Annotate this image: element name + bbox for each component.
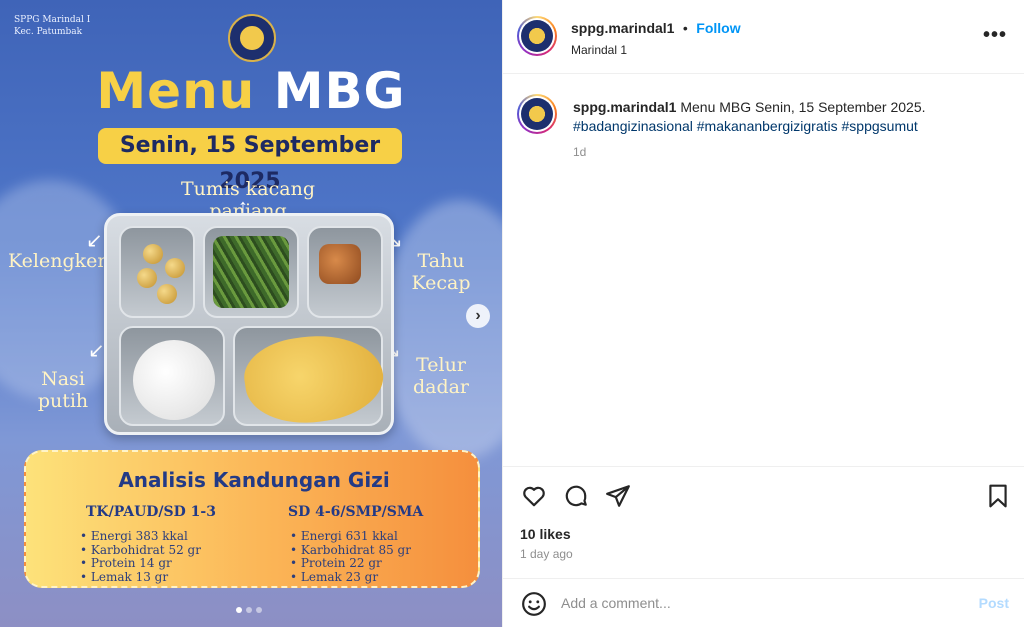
fruit <box>143 244 163 264</box>
avatar[interactable] <box>517 16 557 56</box>
post-header: sppg.marindal1 • Follow Marindal 1 ••• <box>503 0 1024 74</box>
caption-avatar[interactable] <box>517 94 557 134</box>
post-image[interactable]: SPPG Marindal I Kec. Patumbak Menu MBG S… <box>0 0 502 627</box>
action-bar: 10 likes 1 day ago <box>503 466 1024 578</box>
arrow-curve-left-icon: ↙ <box>88 340 105 362</box>
rice <box>133 340 215 420</box>
header-username[interactable]: sppg.marindal1 <box>571 20 674 36</box>
omelette <box>239 326 389 432</box>
comment-input[interactable] <box>561 593 961 613</box>
compartment-tumis <box>203 226 299 318</box>
comment-bar: Post <box>503 578 1024 627</box>
fruit <box>137 268 157 288</box>
caption-text: Menu MBG Senin, 15 September 2025. <box>680 99 926 115</box>
label-nasi-putih: Nasi putih <box>28 368 98 412</box>
tofu <box>319 244 361 284</box>
bookmark-icon[interactable] <box>985 483 1011 509</box>
compartment-tahu <box>307 226 383 318</box>
comment-icon[interactable] <box>563 483 589 509</box>
title-menu: Menu <box>96 62 256 120</box>
label-telur-dadar: Telur dadar <box>406 354 476 398</box>
label-tahu: Tahu <box>417 250 465 272</box>
label-putih: putih <box>37 390 89 412</box>
post-side-panel: sppg.marindal1 • Follow Marindal 1 ••• s… <box>502 0 1024 627</box>
org-line-2: Kec. Patumbak <box>14 27 83 37</box>
nutrition-col2-list: Energi 631 kkal Karbohidrat 85 gr Protei… <box>290 529 411 585</box>
org-line-1: SPPG Marindal I <box>14 15 91 25</box>
label-nasi: Nasi <box>41 368 85 390</box>
caption-hashtags[interactable]: #badangizinasional #makananbergizigratis… <box>573 118 918 134</box>
compartment-telur <box>233 326 389 432</box>
heart-icon[interactable] <box>521 483 547 509</box>
nutrition-col1-list: Energi 383 kkal Karbohidrat 52 gr Protei… <box>80 529 201 585</box>
nutrition-item: Karbohidrat 85 gr <box>290 543 411 558</box>
header-meta: sppg.marindal1 • Follow Marindal 1 <box>571 20 741 57</box>
caption-username[interactable]: sppg.marindal1 <box>573 99 676 115</box>
nutrition-col2-header: SD 4-6/SMP/SMA <box>288 504 424 520</box>
poster-title: Menu MBG <box>0 62 502 120</box>
header-separator: • <box>682 20 688 36</box>
carousel-dot[interactable] <box>256 607 262 613</box>
caption-time: 1d <box>573 145 587 159</box>
label-kecap: Kecap <box>411 272 471 294</box>
post-comment-button[interactable]: Post <box>979 595 1009 611</box>
post-time: 1 day ago <box>520 547 573 561</box>
date-badge: Senin, 15 September 2025 <box>98 128 402 194</box>
fruit <box>165 258 185 278</box>
nutrition-item: Karbohidrat 52 gr <box>80 543 201 558</box>
carousel-dot[interactable] <box>246 607 252 613</box>
carousel-dot[interactable] <box>236 607 242 613</box>
nutrition-title: Analisis Kandungan Gizi <box>118 468 390 492</box>
title-mbg: MBG <box>273 62 406 120</box>
label-telur: Telur <box>416 354 466 376</box>
follow-button[interactable]: Follow <box>696 20 740 36</box>
emblem-logo <box>228 14 276 62</box>
post-caption: sppg.marindal1 Menu MBG Senin, 15 Septem… <box>573 98 1003 136</box>
nutrition-item: Protein 22 gr <box>290 556 411 571</box>
header-location[interactable]: Marindal 1 <box>571 43 741 57</box>
nutrition-card: Analisis Kandungan Gizi TK/PAUD/SD 1-3 E… <box>24 450 480 588</box>
carousel-next-button[interactable]: › <box>466 304 490 328</box>
org-label: SPPG Marindal I Kec. Patumbak <box>14 14 90 38</box>
label-tahu-kecap: Tahu Kecap <box>406 250 476 294</box>
likes-count[interactable]: 10 likes <box>520 526 571 542</box>
food-tray <box>104 213 394 435</box>
carousel-dots <box>236 607 262 613</box>
compartment-nasi <box>119 326 225 426</box>
beans <box>213 236 289 308</box>
fruit <box>157 284 177 304</box>
nutrition-item: Protein 14 gr <box>80 556 201 571</box>
share-icon[interactable] <box>605 483 631 509</box>
arrow-curve-left-icon: ↙ <box>86 230 103 252</box>
compartment-kelengkeng <box>119 226 195 318</box>
nutrition-item: Energi 631 kkal <box>290 529 411 544</box>
nutrition-col1-header: TK/PAUD/SD 1-3 <box>86 504 216 520</box>
emblem-center <box>238 24 266 52</box>
nutrition-item: Lemak 23 gr <box>290 570 411 585</box>
label-kelengkeng: Kelengkeng <box>8 250 122 272</box>
emoji-icon[interactable] <box>521 591 547 617</box>
nutrition-item: Lemak 13 gr <box>80 570 201 585</box>
more-options-icon[interactable]: ••• <box>983 24 1007 47</box>
nutrition-item: Energi 383 kkal <box>80 529 201 544</box>
label-dadar: dadar <box>412 376 470 398</box>
